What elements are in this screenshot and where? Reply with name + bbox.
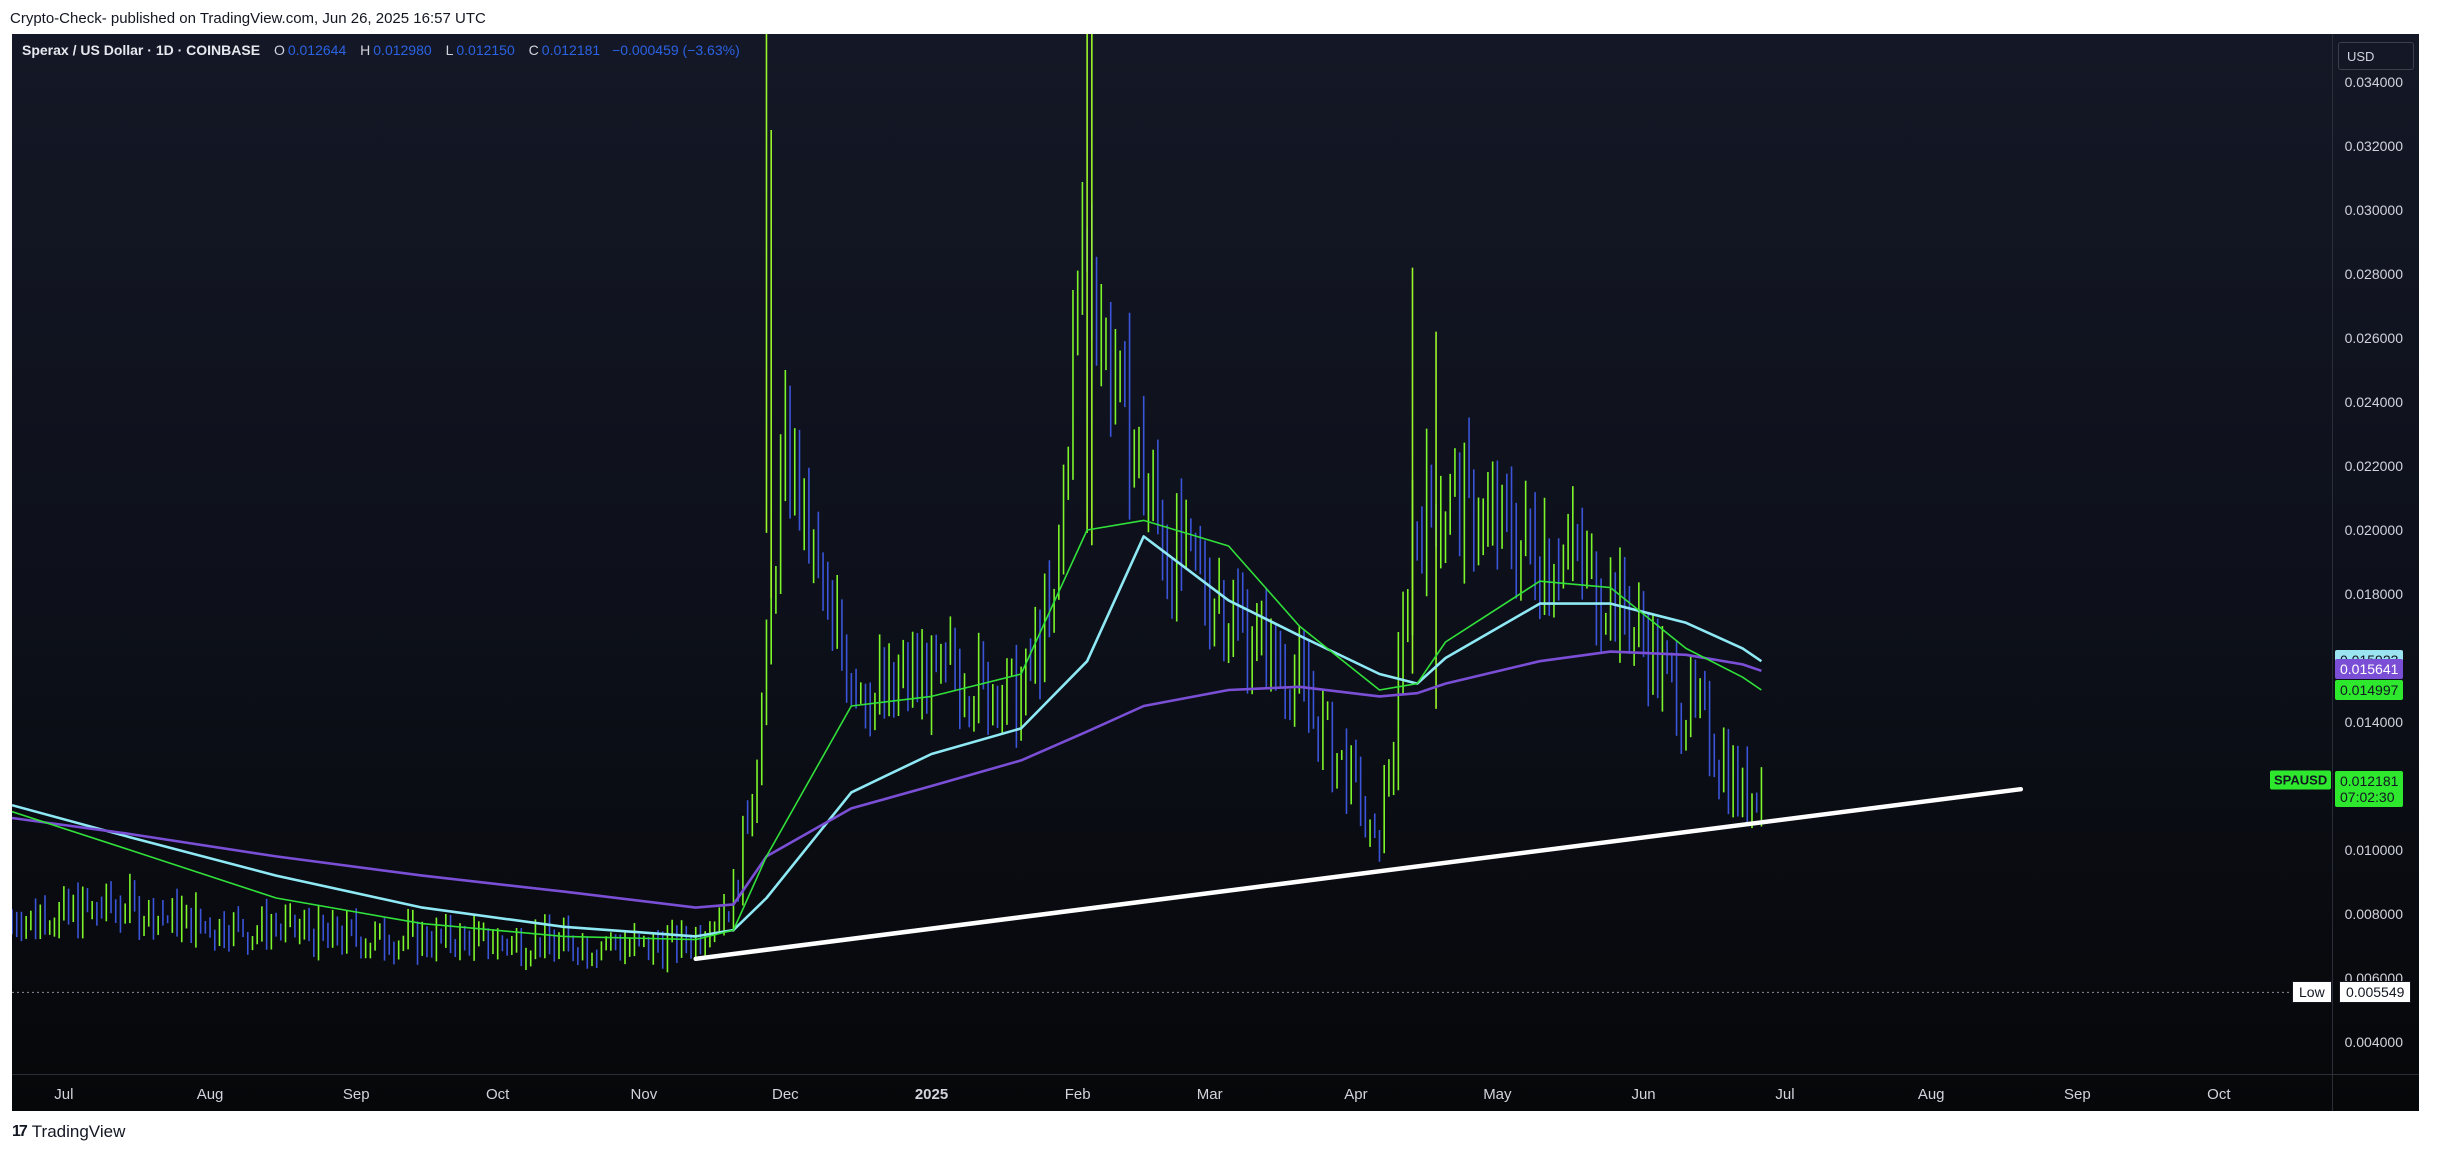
- time-tick-label: Jul: [1775, 1086, 1795, 1103]
- time-tick-label: 2025: [914, 1086, 949, 1103]
- publisher-caption: Crypto-Check- published on TradingView.c…: [10, 10, 486, 27]
- time-tick-label: Jul: [54, 1086, 74, 1103]
- low-label: Low: [2292, 981, 2332, 1004]
- ma-price-tag: 0.014997: [2335, 680, 2404, 701]
- legend-symbol[interactable]: Sperax / US Dollar · 1D · COINBASE: [22, 42, 260, 58]
- legend-low-key: L: [445, 42, 454, 58]
- time-tick-label: Sep: [2064, 1086, 2091, 1103]
- legend-change: −0.000459 (−3.63%): [612, 42, 740, 58]
- ma-price-tag: 0.015641: [2335, 659, 2404, 680]
- price-axis[interactable]: 0.034000 0.032000 0.030000 0.028000 0.026000…: [2333, 34, 2419, 1074]
- time-tick-label: Dec: [771, 1086, 799, 1103]
- time-tick-label: Aug: [196, 1086, 224, 1103]
- time-tick-label: Apr: [1344, 1086, 1368, 1103]
- legend-high-key: H: [360, 42, 371, 58]
- price-chart[interactable]: [12, 34, 2332, 1074]
- price-tick-label: 0.020000: [2344, 522, 2403, 538]
- last-price-tag: 0.012181 07:02:30: [2335, 771, 2404, 808]
- price-tick-label: 0.010000: [2344, 842, 2403, 858]
- legend-open-value: 0.012644: [287, 42, 347, 58]
- price-tick-label: 0.026000: [2344, 330, 2403, 346]
- chart-pane[interactable]: Sperax / US Dollar · 1D · COINBASE O 0.01…: [12, 34, 2419, 1111]
- price-tick-label: 0.024000: [2344, 394, 2403, 410]
- moving-average-line: [12, 519, 1762, 941]
- tradingview-brand[interactable]: 17 TradingView: [12, 1122, 125, 1142]
- time-tick-label: Nov: [630, 1086, 658, 1103]
- time-tick-label: Jun: [1631, 1086, 1656, 1103]
- price-tick-label: 0.030000: [2344, 202, 2403, 218]
- chart-legend: Sperax / US Dollar · 1D · COINBASE O 0.01…: [22, 42, 740, 58]
- price-tick-label: 0.022000: [2344, 458, 2403, 474]
- time-tick-label: Mar: [1196, 1086, 1223, 1103]
- time-tick-label: Oct: [486, 1086, 510, 1103]
- low-value: 0.005549: [2339, 981, 2412, 1004]
- moving-average-line: [12, 535, 1763, 938]
- last-price-value: 0.012181: [2340, 773, 2399, 790]
- time-tick-label: Feb: [1064, 1086, 1091, 1103]
- tradingview-logo-icon: 17: [12, 1123, 28, 1140]
- price-tick-label: 0.034000: [2344, 74, 2403, 90]
- legend-low-value: 0.012150: [456, 42, 515, 58]
- bar-countdown: 07:02:30: [2340, 789, 2395, 806]
- symbol-tag: SPAUSD: [2270, 770, 2332, 790]
- support-trendline[interactable]: [693, 786, 2024, 962]
- legend-open-key: O: [273, 42, 285, 58]
- price-tick-label: 0.008000: [2344, 906, 2403, 922]
- legend-high-value: 0.012980: [373, 42, 432, 58]
- moving-average-line: [12, 650, 1762, 909]
- price-tick-label: 0.018000: [2344, 586, 2403, 602]
- price-tick-label: 0.004000: [2344, 1034, 2403, 1050]
- legend-close-key: C: [528, 42, 539, 58]
- price-tick-label: 0.028000: [2344, 266, 2403, 282]
- legend-close-value: 0.012181: [541, 42, 601, 58]
- time-tick-label: May: [1483, 1086, 1512, 1103]
- time-tick-label: Sep: [342, 1086, 370, 1103]
- price-tick-label: 0.014000: [2344, 714, 2403, 730]
- price-tick-label: 0.032000: [2344, 138, 2403, 154]
- tradingview-wordmark: TradingView: [31, 1122, 126, 1141]
- time-tick-label: Oct: [2207, 1086, 2231, 1103]
- time-tick-label: Aug: [1917, 1086, 1945, 1103]
- time-axis[interactable]: Jul Aug Sep Oct Nov Dec 2025 Feb Mar Apr May Jun Jul…: [12, 1075, 2332, 1111]
